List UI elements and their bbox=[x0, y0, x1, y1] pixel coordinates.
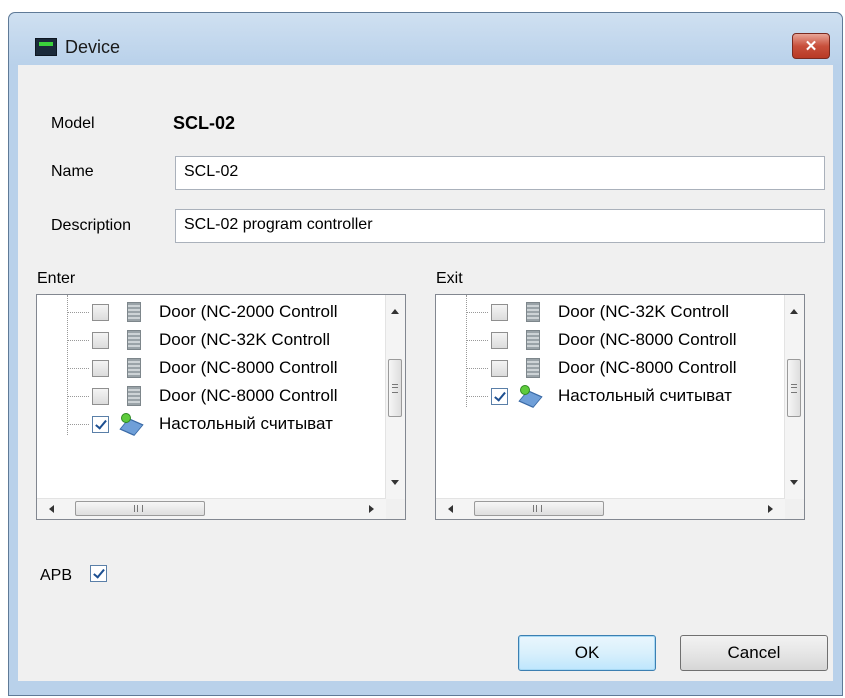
door-icon bbox=[526, 302, 540, 322]
tree-item-door[interactable]: Door (NC-32K Controll bbox=[37, 327, 387, 355]
scroll-up-icon[interactable] bbox=[790, 309, 798, 314]
door-icon bbox=[526, 330, 540, 350]
scroll-right-icon[interactable] bbox=[369, 505, 374, 513]
scroll-thumb[interactable] bbox=[474, 501, 604, 516]
exit-tree[interactable]: Door (NC-32K Controll Door (NC-8000 Cont… bbox=[435, 294, 805, 520]
tree-item-label: Door (NC-2000 Controll bbox=[159, 302, 338, 321]
description-field[interactable]: SCL-02 program controller bbox=[175, 209, 825, 243]
tree-item-checkbox[interactable] bbox=[92, 332, 109, 349]
door-icon bbox=[127, 330, 141, 350]
tree-item-checkbox[interactable] bbox=[491, 304, 508, 321]
tree-item-checkbox[interactable] bbox=[491, 332, 508, 349]
tree-item-label: Door (NC-8000 Controll bbox=[159, 358, 338, 377]
close-button[interactable]: ✕ bbox=[792, 33, 830, 59]
tree-item-desk-reader[interactable]: Настольный считыват bbox=[436, 383, 786, 411]
desk-reader-icon bbox=[518, 385, 543, 408]
scroll-right-icon[interactable] bbox=[768, 505, 773, 513]
tree-item-label: Door (NC-32K Controll bbox=[558, 302, 729, 321]
scroll-thumb[interactable] bbox=[388, 359, 402, 417]
model-value: SCL-02 bbox=[173, 113, 236, 133]
door-icon bbox=[127, 386, 141, 406]
door-icon bbox=[526, 358, 540, 378]
tree-item-door[interactable]: Door (NC-8000 Controll bbox=[37, 355, 387, 383]
tree-item-desk-reader[interactable]: Настольный считыват bbox=[37, 411, 387, 439]
name-label: Name bbox=[51, 163, 94, 180]
tree-item-checkbox[interactable] bbox=[92, 304, 109, 321]
tree-item-checkbox[interactable] bbox=[491, 388, 508, 405]
name-field[interactable]: SCL-02 bbox=[175, 156, 825, 190]
title-bar[interactable]: Device ✕ bbox=[9, 13, 842, 65]
exit-label: Exit bbox=[436, 270, 463, 287]
desk-reader-icon bbox=[119, 413, 144, 436]
tree-item-label: Настольный считыват bbox=[159, 414, 333, 433]
enter-tree[interactable]: Door (NC-2000 Controll Door (NC-32K Cont… bbox=[36, 294, 406, 520]
tree-item-checkbox[interactable] bbox=[491, 360, 508, 377]
tree-item-door[interactable]: Door (NC-8000 Controll bbox=[37, 383, 387, 411]
tree-item-checkbox[interactable] bbox=[92, 388, 109, 405]
tree-item-door[interactable]: Door (NC-8000 Controll bbox=[436, 327, 786, 355]
model-label: Model bbox=[51, 115, 95, 132]
window-title: Device bbox=[65, 37, 121, 57]
tree-item-label: Door (NC-8000 Controll bbox=[159, 386, 338, 405]
enter-tree-items: Door (NC-2000 Controll Door (NC-32K Cont… bbox=[37, 295, 386, 499]
scroll-left-icon[interactable] bbox=[49, 505, 54, 513]
scroll-thumb[interactable] bbox=[75, 501, 205, 516]
dialog-body: Model SCL-02 Name SCL-02 Description SCL… bbox=[18, 65, 833, 681]
tree-item-door[interactable]: Door (NC-32K Controll bbox=[436, 299, 786, 327]
ok-button[interactable]: OK bbox=[518, 635, 656, 671]
cancel-button[interactable]: Cancel bbox=[680, 635, 828, 671]
horizontal-scrollbar[interactable] bbox=[436, 498, 785, 519]
tree-item-label: Door (NC-32K Controll bbox=[159, 330, 330, 349]
apb-label: APB bbox=[40, 567, 73, 584]
vertical-scrollbar[interactable] bbox=[385, 295, 405, 499]
vertical-scrollbar[interactable] bbox=[784, 295, 804, 499]
tree-item-label: Door (NC-8000 Controll bbox=[558, 358, 737, 377]
door-icon bbox=[127, 302, 141, 322]
tree-item-checkbox[interactable] bbox=[92, 360, 109, 377]
scroll-up-icon[interactable] bbox=[391, 309, 399, 314]
scroll-down-icon[interactable] bbox=[790, 480, 798, 485]
scroll-left-icon[interactable] bbox=[448, 505, 453, 513]
door-icon bbox=[127, 358, 141, 378]
tree-item-door[interactable]: Door (NC-8000 Controll bbox=[436, 355, 786, 383]
tree-item-label: Настольный считыват bbox=[558, 386, 732, 405]
dialog-window: Device ✕ Model SCL-02 Name SCL-02 Descri… bbox=[8, 12, 843, 696]
device-app-icon bbox=[35, 38, 57, 56]
description-label: Description bbox=[51, 217, 132, 234]
scroll-thumb[interactable] bbox=[787, 359, 801, 417]
tree-item-checkbox[interactable] bbox=[92, 416, 109, 433]
exit-tree-items: Door (NC-32K Controll Door (NC-8000 Cont… bbox=[436, 295, 785, 499]
tree-item-label: Door (NC-8000 Controll bbox=[558, 330, 737, 349]
horizontal-scrollbar[interactable] bbox=[37, 498, 386, 519]
tree-item-door[interactable]: Door (NC-2000 Controll bbox=[37, 299, 387, 327]
enter-label: Enter bbox=[37, 270, 76, 287]
scroll-down-icon[interactable] bbox=[391, 480, 399, 485]
apb-checkbox[interactable] bbox=[90, 565, 107, 582]
